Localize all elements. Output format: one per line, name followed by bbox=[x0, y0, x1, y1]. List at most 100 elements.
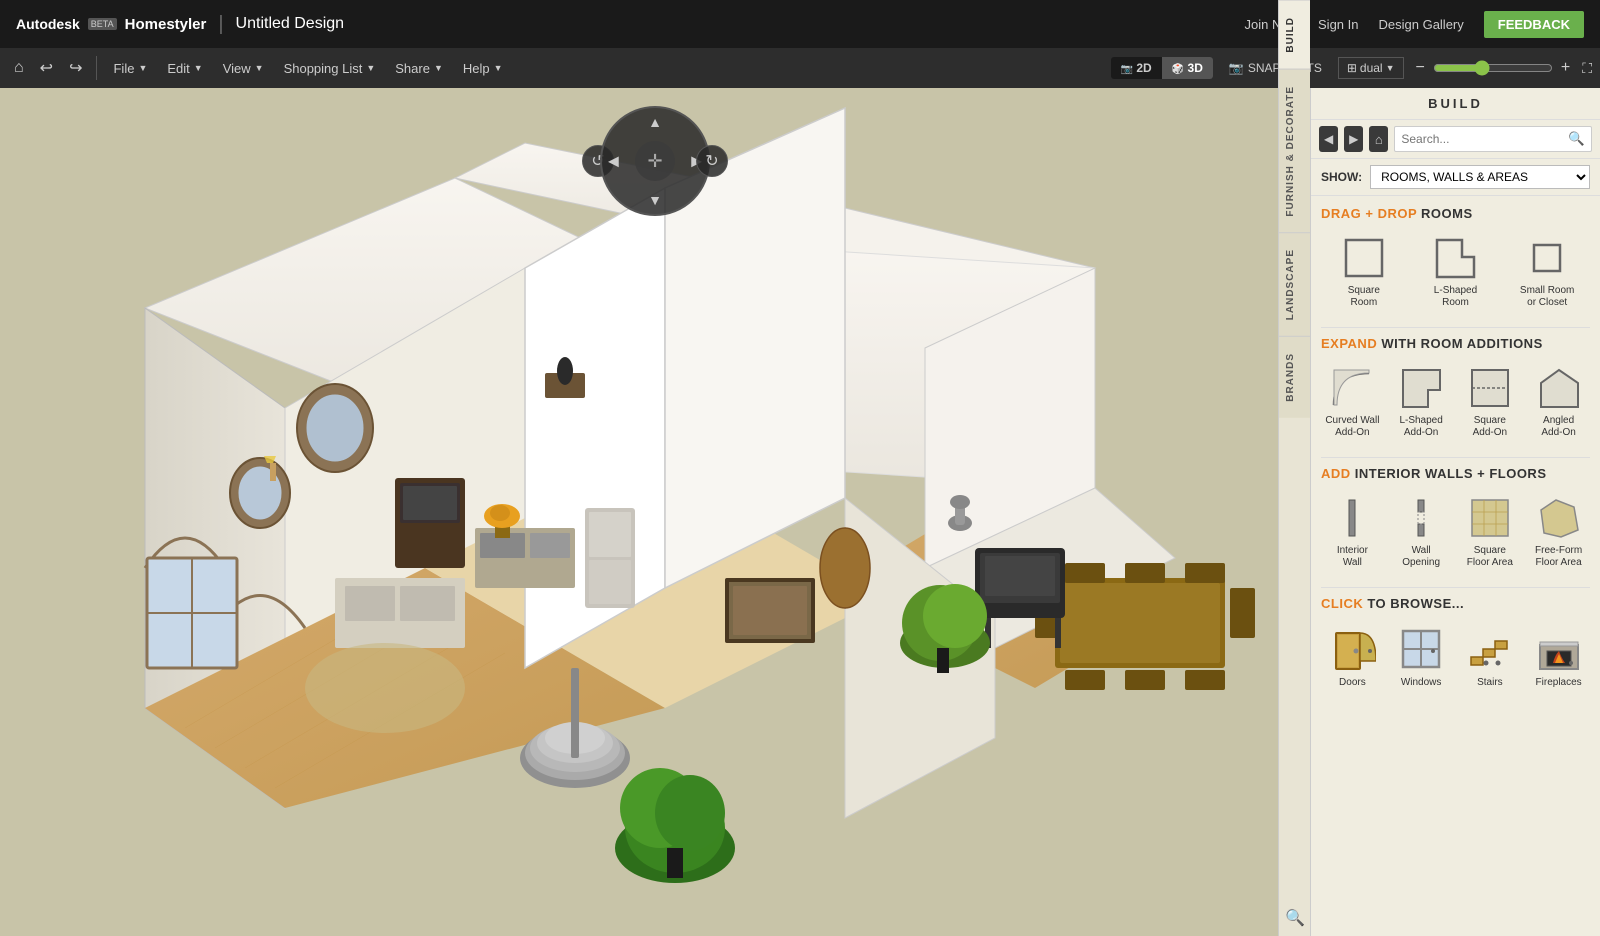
dual-view-button[interactable]: ⊞ dual ▼ bbox=[1338, 57, 1404, 79]
view-2d-button[interactable]: 📷 2D bbox=[1111, 57, 1162, 79]
view-menu-arrow: ▼ bbox=[255, 63, 264, 73]
square-addon-shape bbox=[1467, 365, 1513, 411]
stairs-label: Stairs bbox=[1477, 677, 1503, 688]
l-shaped-addon-shape bbox=[1398, 365, 1444, 411]
pan-down-button[interactable]: ▼ bbox=[648, 192, 662, 208]
freeform-floor-item[interactable]: Free-FormFloor Area bbox=[1527, 491, 1590, 573]
stairs-icon bbox=[1466, 625, 1514, 673]
stairs-item[interactable]: Stairs bbox=[1459, 621, 1522, 692]
divider-1 bbox=[1321, 327, 1590, 328]
interior-wall-label: InteriorWall bbox=[1337, 545, 1368, 569]
vertical-tabs: BUILD FURNISH & DECORATE LANDSCAPE BRAND… bbox=[1278, 0, 1310, 936]
curved-wall-label: Curved WallAdd-On bbox=[1325, 415, 1379, 439]
wall-opening-shape bbox=[1398, 495, 1444, 541]
snapshots-button[interactable]: 📷 SNAPSHOTS bbox=[1221, 57, 1330, 79]
redo-button[interactable]: ↪ bbox=[63, 54, 88, 82]
square-addon-item[interactable]: SquareAdd-On bbox=[1459, 361, 1522, 443]
fullscreen-button[interactable]: ⛶ bbox=[1582, 60, 1592, 77]
square-floor-shape bbox=[1467, 495, 1513, 541]
curved-wall-item[interactable]: Curved WallAdd-On bbox=[1321, 361, 1384, 443]
pan-up-button[interactable]: ▲ bbox=[648, 114, 662, 130]
rotate-right-button[interactable]: ↻ bbox=[696, 145, 728, 177]
dual-icon: ⊞ bbox=[1347, 61, 1357, 75]
pan-center-button[interactable]: ✛ bbox=[635, 141, 675, 181]
design-title: Untitled Design bbox=[236, 15, 345, 33]
fireplaces-item[interactable]: Fireplaces bbox=[1527, 621, 1590, 692]
build-tab-header: BUILD bbox=[1311, 88, 1600, 120]
l-shaped-room-label: L-ShapedRoom bbox=[1434, 285, 1477, 309]
expand-rooms-title: EXPAND WITH ROOM ADDITIONS bbox=[1321, 336, 1590, 351]
drag-drop-rooms-title: DRAG + DROP ROOMS bbox=[1321, 206, 1590, 221]
help-menu[interactable]: Help ▼ bbox=[455, 57, 511, 80]
square-floor-item[interactable]: SquareFloor Area bbox=[1459, 491, 1522, 573]
dual-arrow: ▼ bbox=[1386, 63, 1395, 73]
angled-addon-shape bbox=[1536, 365, 1582, 411]
panel-content: DRAG + DROP ROOMS SquareRoom bbox=[1311, 196, 1600, 936]
freeform-floor-label: Free-FormFloor Area bbox=[1535, 545, 1582, 569]
additions-grid: Curved WallAdd-On L-ShapedAdd-On bbox=[1321, 361, 1590, 443]
divider-2 bbox=[1321, 457, 1590, 458]
windows-item[interactable]: Windows bbox=[1390, 621, 1453, 692]
zoom-slider[interactable] bbox=[1433, 60, 1553, 76]
furnish-decorate-vertical-tab[interactable]: FURNISH & DECORATE bbox=[1279, 69, 1310, 233]
file-menu-arrow: ▼ bbox=[138, 63, 147, 73]
interior-grid: InteriorWall WallOpening bbox=[1321, 491, 1590, 573]
square-room-item[interactable]: SquareRoom bbox=[1321, 231, 1407, 313]
browse-title: CLICK TO BROWSE... bbox=[1321, 596, 1590, 611]
zoom-controls: − + bbox=[1412, 59, 1575, 77]
curved-wall-shape bbox=[1329, 365, 1375, 411]
doors-item[interactable]: Doors bbox=[1321, 621, 1384, 692]
home-button[interactable]: ⌂ bbox=[8, 55, 30, 81]
panel-search-button[interactable]: 🔍 bbox=[1562, 127, 1591, 151]
rooms-grid: SquareRoom L-ShapedRoom bbox=[1321, 231, 1590, 313]
angled-addon-label: AngledAdd-On bbox=[1541, 415, 1575, 439]
brands-vertical-tab[interactable]: BRANDS bbox=[1279, 336, 1310, 418]
angled-addon-item[interactable]: AngledAdd-On bbox=[1527, 361, 1590, 443]
edit-menu[interactable]: Edit ▼ bbox=[159, 57, 210, 80]
view-3d-button[interactable]: 🎲 3D bbox=[1162, 57, 1213, 79]
l-shaped-room-shape bbox=[1432, 235, 1478, 281]
navigation-control: ↺ ▲ ▼ ◀ ▶ ✛ ↻ bbox=[600, 106, 710, 216]
shopping-list-menu[interactable]: Shopping List ▼ bbox=[276, 57, 384, 80]
divider-3 bbox=[1321, 587, 1590, 588]
file-menu[interactable]: File ▼ bbox=[105, 57, 155, 80]
panel-search-input[interactable] bbox=[1395, 128, 1562, 150]
toolbar-right: 📷 2D 🎲 3D 📷 SNAPSHOTS ⊞ dual ▼ − + ⛶ bbox=[1111, 57, 1592, 79]
search-icon-tab[interactable]: 🔍 bbox=[1279, 900, 1310, 936]
interior-wall-shape bbox=[1329, 495, 1375, 541]
share-menu[interactable]: Share ▼ bbox=[387, 57, 451, 80]
3d-viewport[interactable]: ↺ ▲ ▼ ◀ ▶ ✛ ↻ bbox=[0, 88, 1310, 936]
share-menu-arrow: ▼ bbox=[434, 63, 443, 73]
logo-product: Homestyler bbox=[125, 16, 207, 33]
zoom-out-button[interactable]: − bbox=[1412, 59, 1429, 77]
freeform-floor-shape bbox=[1536, 495, 1582, 541]
landscape-vertical-tab[interactable]: LANDSCAPE bbox=[1279, 232, 1310, 336]
view-menu[interactable]: View ▼ bbox=[215, 57, 272, 80]
zoom-in-button[interactable]: + bbox=[1557, 59, 1574, 77]
title-separator: | bbox=[218, 13, 223, 36]
fireplaces-label: Fireplaces bbox=[1536, 677, 1582, 688]
wall-opening-item[interactable]: WallOpening bbox=[1390, 491, 1453, 573]
l-shaped-room-item[interactable]: L-ShapedRoom bbox=[1413, 231, 1499, 313]
show-dropdown[interactable]: ROOMS, WALLS & AREAS bbox=[1370, 165, 1590, 189]
build-vertical-tab[interactable]: BUILD bbox=[1279, 0, 1310, 69]
small-room-item[interactable]: Small Roomor Closet bbox=[1504, 231, 1590, 313]
toolbar-separator-1 bbox=[96, 56, 97, 80]
panel-back-button[interactable]: ◀ bbox=[1319, 126, 1338, 152]
pan-control[interactable]: ▲ ▼ ◀ ▶ ✛ bbox=[600, 106, 710, 216]
feedback-button[interactable]: FEEDBACK bbox=[1484, 11, 1584, 38]
panel-forward-button[interactable]: ▶ bbox=[1344, 126, 1363, 152]
square-room-label: SquareRoom bbox=[1348, 285, 1380, 309]
view-mode-toggle: 📷 2D 🎲 3D bbox=[1111, 57, 1213, 79]
panel-home-button[interactable]: ⌂ bbox=[1369, 126, 1388, 152]
undo-button[interactable]: ↩ bbox=[34, 54, 59, 82]
right-panel: BUILD ◀ ▶ ⌂ 🔍 SHOW: ROOMS, WALLS & AREAS… bbox=[1310, 88, 1600, 936]
design-gallery-link[interactable]: Design Gallery bbox=[1379, 17, 1464, 32]
pan-left-button[interactable]: ◀ bbox=[608, 153, 619, 170]
logo-brand: Autodesk bbox=[16, 16, 80, 32]
interior-wall-item[interactable]: InteriorWall bbox=[1321, 491, 1384, 573]
camera-icon: 📷 bbox=[1229, 61, 1244, 75]
l-shaped-addon-item[interactable]: L-ShapedAdd-On bbox=[1390, 361, 1453, 443]
shopping-menu-arrow: ▼ bbox=[366, 63, 375, 73]
sign-in-link[interactable]: Sign In bbox=[1318, 17, 1358, 32]
